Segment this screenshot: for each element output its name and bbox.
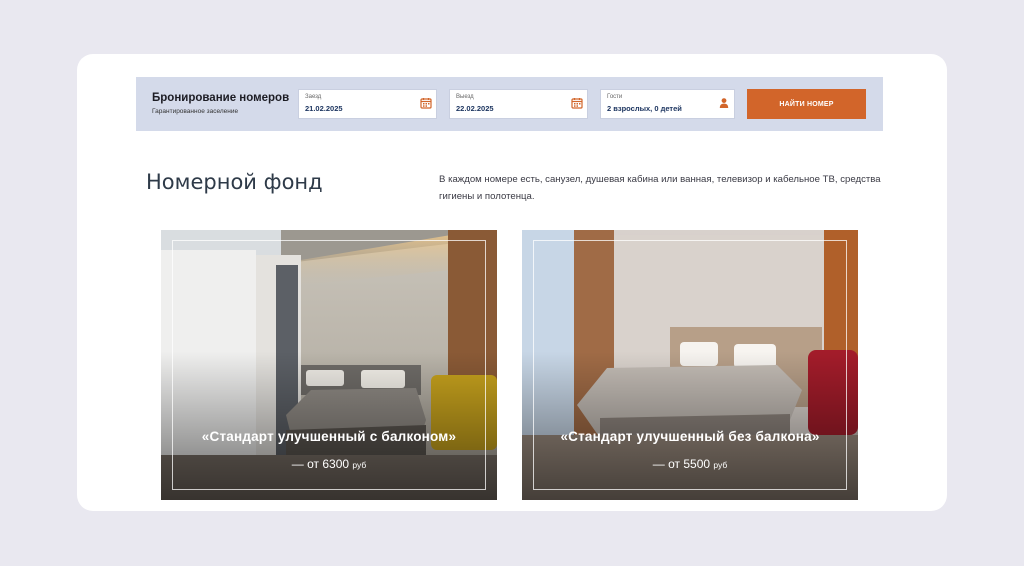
price-value: 6300 [322, 457, 350, 471]
guests-label: Гости [607, 94, 623, 100]
calendar-icon [571, 98, 583, 109]
price-currency: руб [713, 460, 728, 470]
section-description: В каждом номере есть, санузел, душевая к… [439, 174, 881, 202]
room-price: — от 6300 руб [161, 457, 497, 471]
photo-frame [172, 240, 486, 490]
room-name: «Стандарт улучшенный без балкона» [560, 429, 820, 444]
checkin-value: 21.02.2025 [305, 104, 343, 113]
photo-frame [533, 240, 847, 490]
room-name: «Стандарт улучшенный с балконом» [201, 429, 457, 444]
checkin-field[interactable]: Заезд 21.02.2025 [298, 89, 437, 119]
booking-title: Бронирование номеров [152, 92, 290, 104]
booking-bar: Бронирование номеров Гарантированное зас… [136, 77, 883, 131]
guests-value: 2 взрослых, 0 детей [607, 104, 682, 113]
price-currency: руб [352, 460, 367, 470]
room-card-1[interactable]: «Стандарт улучшенный с балконом» — от 63… [161, 230, 497, 500]
checkout-field[interactable]: Выезд 22.02.2025 [449, 89, 588, 119]
booking-subtitle: Гарантированное заселение [152, 108, 239, 115]
price-value: 5500 [683, 457, 711, 471]
checkin-label: Заезд [305, 94, 322, 100]
room-card-2[interactable]: «Стандарт улучшенный без балкона» — от 5… [522, 230, 858, 500]
checkout-label: Выезд [456, 94, 474, 100]
checkout-value: 22.02.2025 [456, 104, 494, 113]
main-card: Бронирование номеров Гарантированное зас… [77, 54, 947, 511]
find-room-button[interactable]: НАЙТИ НОМЕР [747, 89, 866, 119]
price-prefix: — от [652, 457, 680, 471]
calendar-icon [420, 98, 432, 109]
price-prefix: — от [291, 457, 319, 471]
guests-field[interactable]: Гости 2 взрослых, 0 детей [600, 89, 735, 119]
person-icon [719, 98, 729, 108]
section-title: Номерной фонд [146, 170, 323, 194]
room-price: — от 5500 руб [522, 457, 858, 471]
